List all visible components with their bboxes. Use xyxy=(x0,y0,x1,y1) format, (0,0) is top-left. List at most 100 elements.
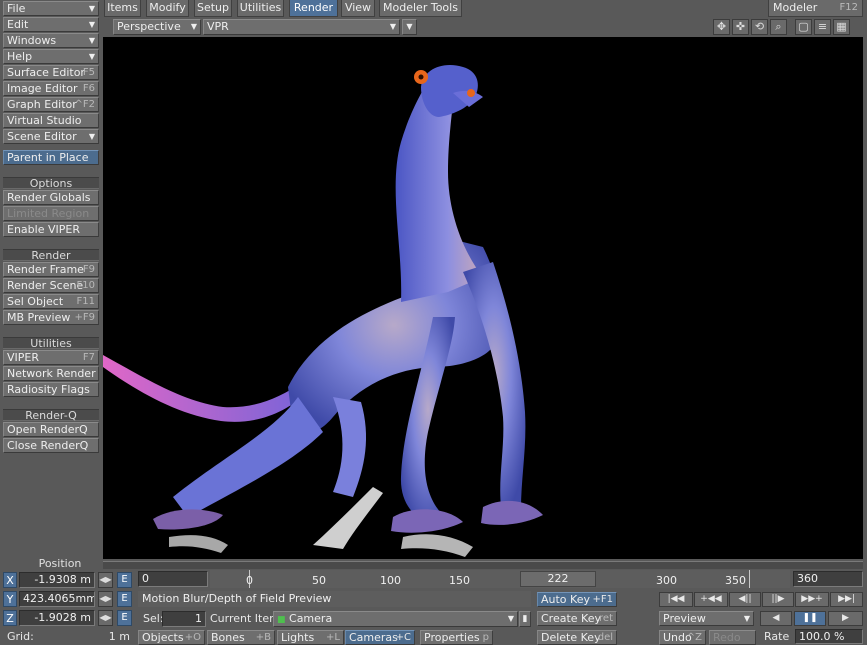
grid-label: Grid: xyxy=(7,630,34,643)
next-key-icon[interactable]: ▶▶+ xyxy=(795,592,829,607)
x-stepper-icon[interactable]: ◀▶ xyxy=(98,572,113,588)
x-envelope-button[interactable]: E xyxy=(117,572,132,588)
go-to-end-icon[interactable]: ▶▶| xyxy=(830,592,863,607)
z-stepper-icon[interactable]: ◀▶ xyxy=(98,610,113,626)
auto-key-button[interactable]: Auto Key +F1 xyxy=(537,592,617,607)
utilities-header: Utilities xyxy=(3,337,99,349)
play-reverse-icon[interactable]: ◀ xyxy=(760,611,792,626)
viewport-options-dropdown[interactable]: ▼ xyxy=(402,19,417,35)
cameras-mode-button[interactable]: Cameras +C xyxy=(345,630,415,645)
chevron-down-icon: ▼ xyxy=(88,20,95,29)
x-axis-toggle[interactable]: X xyxy=(3,572,17,588)
chevron-down-icon: ▼ xyxy=(88,36,95,45)
tab-modify[interactable]: Modify xyxy=(146,0,189,17)
options-header: Options xyxy=(3,177,99,189)
item-toggle[interactable]: ▮ xyxy=(519,611,531,627)
tab-render[interactable]: Render xyxy=(289,0,338,17)
z-axis-toggle[interactable]: Z xyxy=(3,610,17,626)
move-icon[interactable]: ✜ xyxy=(732,19,749,35)
virtual-studio-button[interactable]: Virtual Studio xyxy=(3,113,99,128)
render-scene-button[interactable]: Render Scene F10 xyxy=(3,278,99,293)
undo-button[interactable]: Undo ^Z xyxy=(659,630,706,645)
y-position-field[interactable]: 423.4065mm xyxy=(19,591,95,607)
list-icon[interactable]: ≡ xyxy=(814,19,831,35)
close-renderq-button[interactable]: Close RenderQ xyxy=(3,438,99,453)
timeline-label: 50 xyxy=(312,574,326,587)
delete-key-button[interactable]: Delete Key del xyxy=(537,630,617,645)
zoom-icon[interactable]: ⌕ xyxy=(770,19,787,35)
redo-button[interactable]: Redo xyxy=(709,630,756,645)
limited-region-button[interactable]: Limited Region xyxy=(3,206,99,221)
tab-items[interactable]: Items xyxy=(104,0,141,17)
scene-editor-button[interactable]: Scene Editor ▼ xyxy=(3,129,99,144)
position-label: Position xyxy=(38,557,82,570)
rate-field[interactable]: 100.0 % xyxy=(795,629,863,644)
open-renderq-button[interactable]: Open RenderQ xyxy=(3,422,99,437)
pause-icon[interactable]: ❚❚ xyxy=(794,611,826,626)
tab-modeler-tools[interactable]: Modeler Tools xyxy=(379,0,462,17)
current-item-select[interactable]: ■ Camera ▼ xyxy=(273,611,518,627)
end-frame-field[interactable]: 360 xyxy=(793,571,863,587)
sel-count-field: 1 xyxy=(162,611,206,627)
lights-mode-button[interactable]: Lights +L xyxy=(277,630,344,645)
bones-mode-button[interactable]: Bones +B xyxy=(207,630,275,645)
tab-setup[interactable]: Setup xyxy=(194,0,232,17)
chevron-down-icon: ▼ xyxy=(406,22,413,31)
camera-icon: ■ xyxy=(277,615,286,625)
create-key-button[interactable]: Create Key ret xyxy=(537,611,617,626)
render-frame-button[interactable]: Render Frame F9 xyxy=(3,262,99,277)
help-menu[interactable]: Help ▼ xyxy=(3,49,99,64)
image-editor-button[interactable]: Image Editor F6 xyxy=(3,81,99,96)
tab-view[interactable]: View xyxy=(341,0,375,17)
viper-button[interactable]: VIPER F7 xyxy=(3,350,99,365)
network-render-button[interactable]: Network Render xyxy=(3,366,99,381)
x-position-field[interactable]: -1.9308 m xyxy=(19,572,95,588)
y-axis-toggle[interactable]: Y xyxy=(3,591,17,607)
y-stepper-icon[interactable]: ◀▶ xyxy=(98,591,113,607)
play-icon[interactable]: ▶ xyxy=(828,611,863,626)
edit-menu[interactable]: Edit ▼ xyxy=(3,17,99,32)
step-forward-icon[interactable]: ||▶ xyxy=(762,592,794,607)
y-envelope-button[interactable]: E xyxy=(117,591,132,607)
timeline-label: 100 xyxy=(380,574,401,587)
grid-icon[interactable]: ▦ xyxy=(833,19,850,35)
timeline-ruler[interactable]: 222 xyxy=(210,570,790,588)
z-position-field[interactable]: -1.9028 m xyxy=(19,610,95,626)
step-back-icon[interactable]: ◀|| xyxy=(729,592,761,607)
rate-label: Rate xyxy=(764,630,790,643)
chevron-down-icon: ▼ xyxy=(88,4,95,13)
maximize-icon[interactable]: ▢ xyxy=(795,19,812,35)
preview-select[interactable]: Preview ▼ xyxy=(659,611,754,626)
sel-object-button[interactable]: Sel Object F11 xyxy=(3,294,99,309)
render-globals-button[interactable]: Render Globals xyxy=(3,190,99,205)
chevron-down-icon: ▼ xyxy=(88,52,95,61)
timeline-track[interactable] xyxy=(103,561,863,569)
sel-label: Sel: xyxy=(143,612,164,625)
file-menu[interactable]: File ▼ xyxy=(3,1,99,16)
properties-button[interactable]: Properties p xyxy=(420,630,493,645)
previous-key-icon[interactable]: +◀◀ xyxy=(694,592,728,607)
tab-utilities[interactable]: Utilities xyxy=(237,0,284,17)
surface-editor-button[interactable]: Surface Editor F5 xyxy=(3,65,99,80)
render-mode-select[interactable]: VPR ▼ xyxy=(203,19,400,35)
chevron-down-icon: ▼ xyxy=(743,614,750,623)
viewport[interactable] xyxy=(103,37,863,559)
z-envelope-button[interactable]: E xyxy=(117,610,132,626)
start-frame-field[interactable]: 0 xyxy=(138,571,208,587)
rotate-icon[interactable]: ⟲ xyxy=(751,19,768,35)
graph-editor-button[interactable]: Graph Editor ^F2 xyxy=(3,97,99,112)
objects-mode-button[interactable]: Objects +O xyxy=(138,630,205,645)
mb-preview-button[interactable]: MB Preview +F9 xyxy=(3,310,99,325)
windows-menu[interactable]: Windows ▼ xyxy=(3,33,99,48)
parent-in-place-toggle[interactable]: Parent in Place xyxy=(3,150,99,165)
view-mode-select[interactable]: Perspective ▼ xyxy=(113,19,201,35)
current-frame-slider[interactable]: 222 xyxy=(520,571,596,587)
enable-viper-button[interactable]: Enable VIPER xyxy=(3,222,99,237)
radiosity-flags-button[interactable]: Radiosity Flags xyxy=(3,382,99,397)
move-view-icon[interactable]: ✥ xyxy=(713,19,730,35)
go-to-start-icon[interactable]: |◀◀ xyxy=(659,592,693,607)
current-item-label: Current Item xyxy=(210,612,280,625)
timeline-label: 300 xyxy=(656,574,677,587)
modeler-button[interactable]: Modeler F12 xyxy=(768,0,863,17)
creature-render xyxy=(103,65,543,557)
